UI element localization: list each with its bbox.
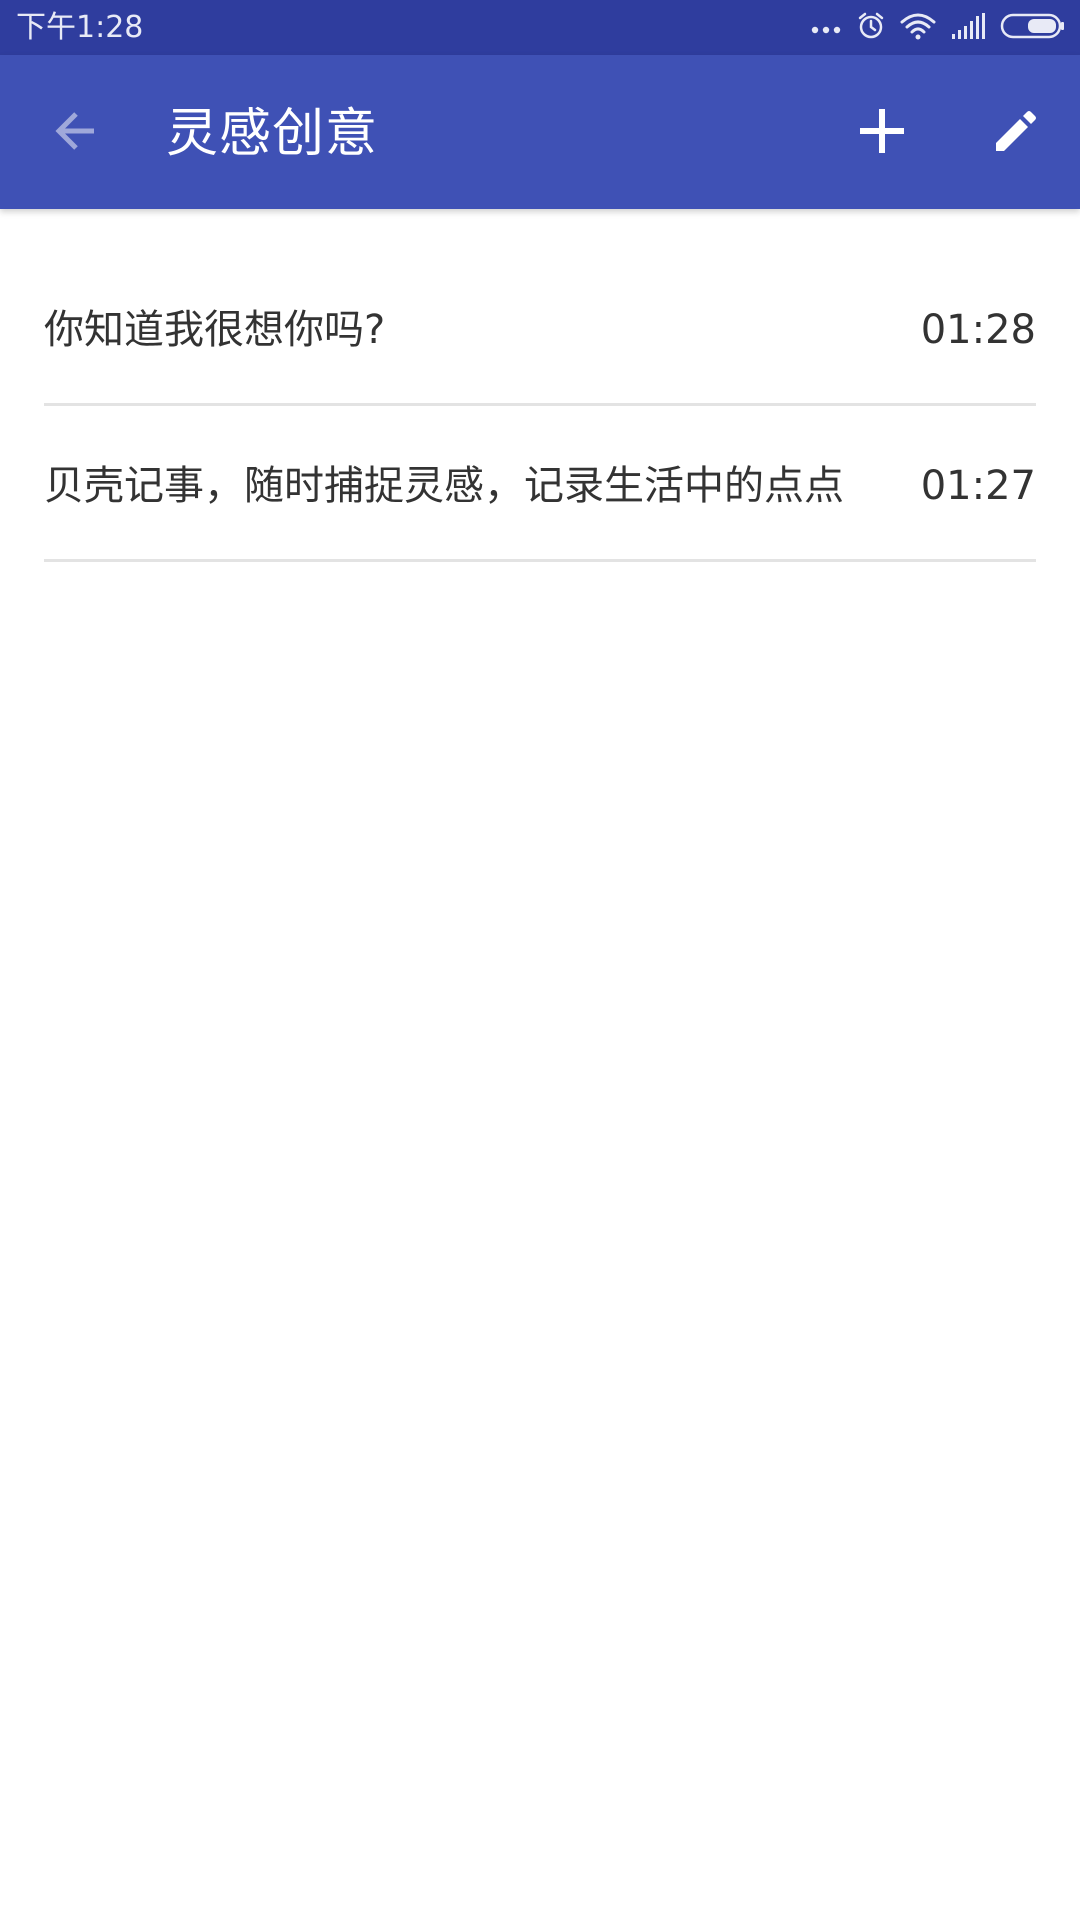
note-time: 01:28 [920,307,1036,353]
note-text: 贝壳记事，随时捕捉灵感，记录生活中的点点 [44,463,844,509]
list-item[interactable]: 你知道我很想你吗? 01:28 [44,252,1036,406]
battery-icon [1000,12,1066,44]
wifi-icon [900,12,936,44]
alarm-icon [856,11,886,45]
signal-icon [950,12,986,44]
list-item[interactable]: 贝壳记事，随时捕捉灵感，记录生活中的点点 01:27 [44,408,1036,562]
note-text: 你知道我很想你吗? [44,307,386,353]
note-list: 你知道我很想你吗? 01:28 贝壳记事，随时捕捉灵感，记录生活中的点点 01:… [44,252,1036,562]
status-time: 下午1:28 [16,10,144,45]
more-dots-icon [810,19,842,38]
back-button[interactable] [38,95,114,171]
page-title: 灵感创意 [166,104,379,164]
add-note-button[interactable] [844,95,920,171]
edit-button[interactable] [978,95,1054,171]
status-icons [810,10,1066,46]
note-time: 01:27 [920,463,1036,509]
pencil-icon [992,107,1040,159]
arrow-back-icon [50,105,102,161]
status-bar: 下午1:28 [0,0,1080,55]
app-bar: 灵感创意 [0,55,1080,209]
plus-icon [857,106,907,160]
